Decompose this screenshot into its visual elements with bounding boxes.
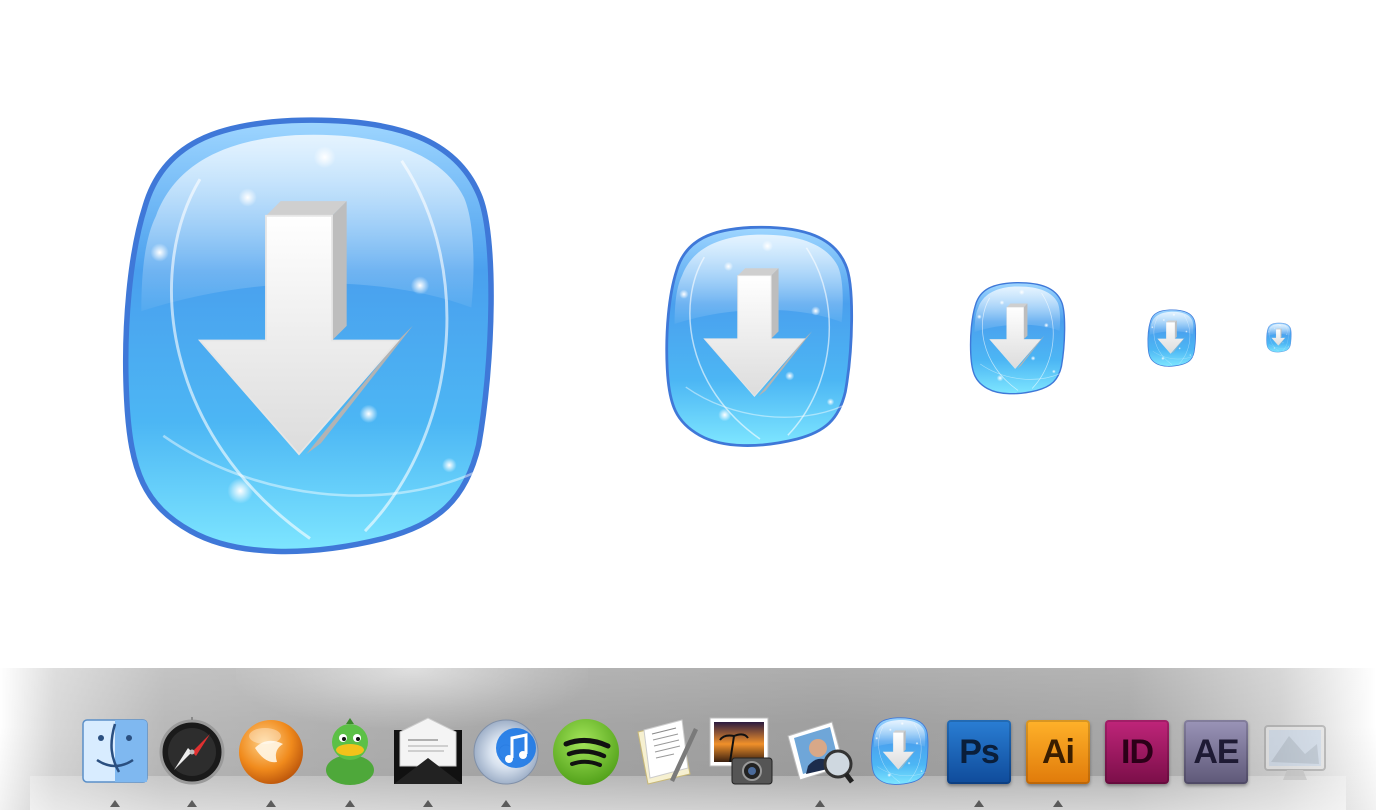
spotify-icon[interactable] xyxy=(552,714,620,788)
running-indicator xyxy=(1053,800,1063,807)
icon-showcase: Ps Ai ID AE xyxy=(0,0,1376,810)
adium-duck-icon[interactable] xyxy=(316,714,384,788)
running-indicator xyxy=(266,800,276,807)
textedit-icon[interactable] xyxy=(630,714,698,788)
photoshop-label: Ps xyxy=(947,720,1011,784)
itunes-icon[interactable] xyxy=(472,714,540,788)
mail-envelope-icon[interactable] xyxy=(394,714,462,788)
download-icon xyxy=(1264,322,1294,353)
firefox-like-orange-globe-icon[interactable] xyxy=(237,714,305,788)
running-indicator xyxy=(110,800,120,807)
monitor-icon[interactable] xyxy=(1261,714,1329,788)
running-indicator xyxy=(423,800,433,807)
running-indicator xyxy=(187,800,197,807)
finder-icon[interactable] xyxy=(81,714,149,788)
iphoto-icon[interactable] xyxy=(708,714,776,788)
after-effects-label: AE xyxy=(1184,720,1248,784)
running-indicator xyxy=(501,800,511,807)
indesign-icon[interactable]: ID xyxy=(1103,714,1171,788)
preview-icon[interactable] xyxy=(786,714,854,788)
indesign-label: ID xyxy=(1105,720,1169,784)
download-icon xyxy=(961,279,1075,397)
download-icon xyxy=(1143,308,1201,368)
photoshop-icon[interactable]: Ps xyxy=(945,714,1013,788)
download-icon xyxy=(90,105,530,565)
illustrator-label: Ai xyxy=(1026,720,1090,784)
running-indicator xyxy=(974,800,984,807)
illustrator-icon[interactable]: Ai xyxy=(1024,714,1092,788)
after-effects-icon[interactable]: AE xyxy=(1182,714,1250,788)
running-indicator xyxy=(345,800,355,807)
download-icon[interactable] xyxy=(866,714,934,788)
running-indicator xyxy=(815,800,825,807)
safari-compass-icon[interactable] xyxy=(158,714,226,788)
download-icon xyxy=(648,220,872,452)
